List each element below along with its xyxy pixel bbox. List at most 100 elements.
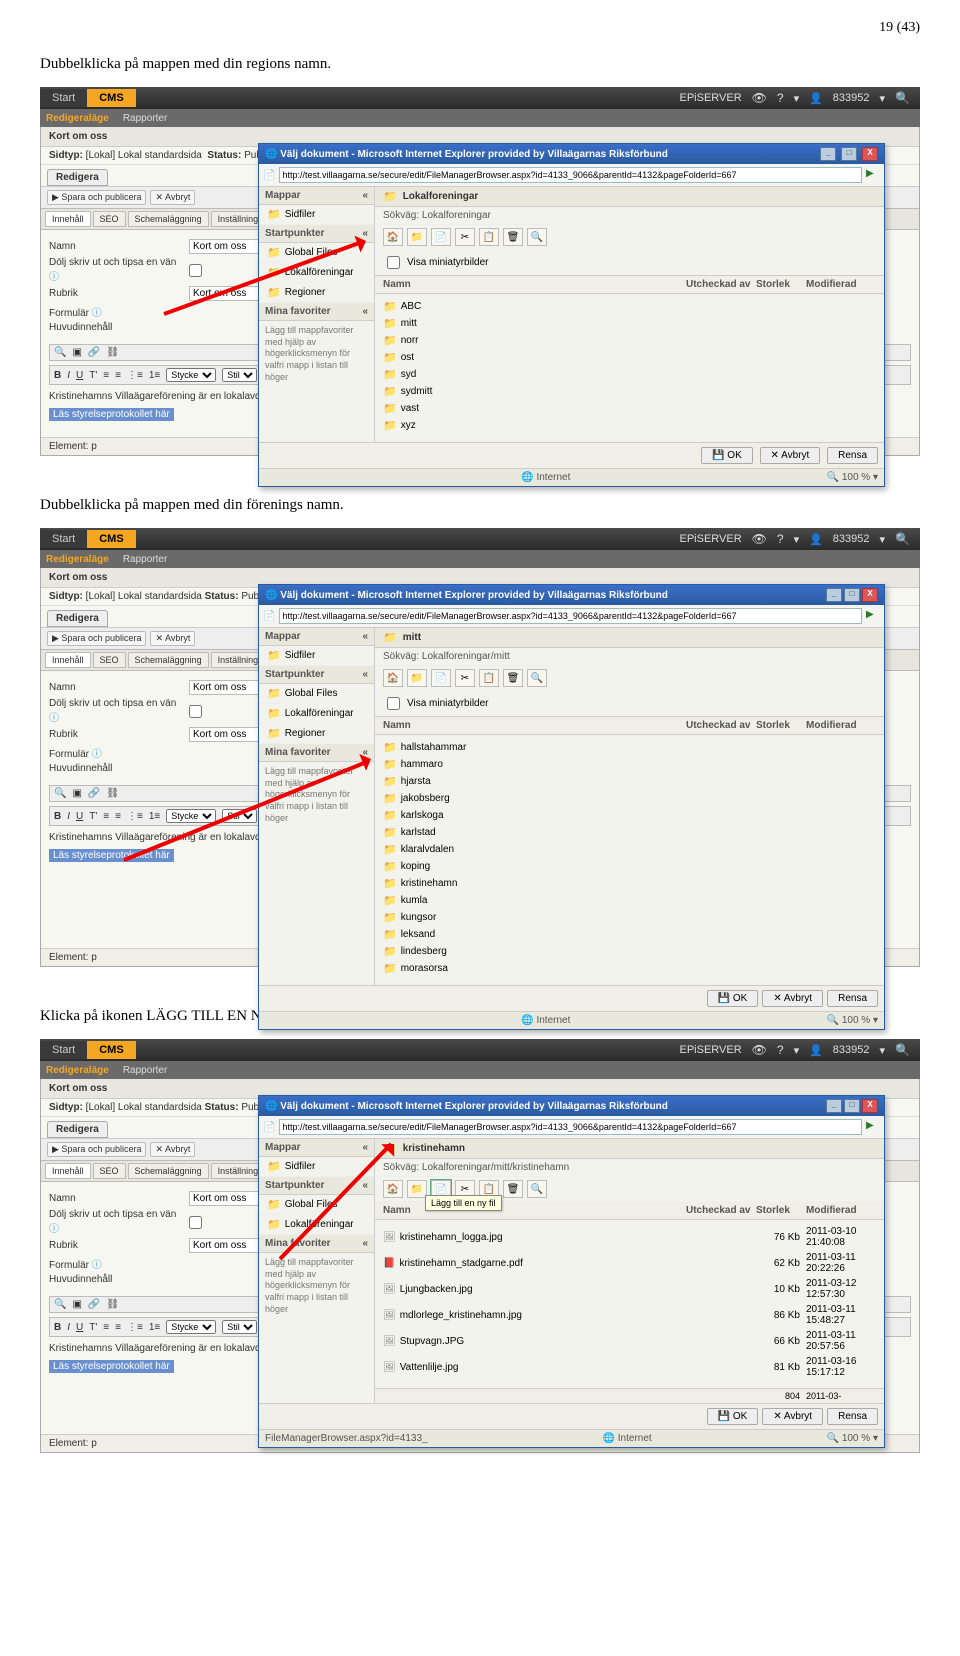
user-id[interactable]: 833952 xyxy=(833,92,870,104)
file-row[interactable]: 🖼Ljungbacken.jpg10 Kb2011-03-1212:57:30 xyxy=(383,1276,876,1302)
folder-row[interactable]: 📁kristinehamn xyxy=(383,875,876,892)
subtab-edit[interactable]: Redigeraläge xyxy=(46,113,109,124)
stycke-select[interactable]: Stycke xyxy=(166,1320,216,1334)
italic-icon[interactable]: I xyxy=(67,1322,70,1333)
tool-icon[interactable]: 📋 xyxy=(479,228,499,246)
tab-start[interactable]: Start xyxy=(40,530,87,548)
list-icon[interactable]: ≡ xyxy=(115,811,121,822)
maximize-icon[interactable]: □ xyxy=(844,588,860,602)
avbryt-button[interactable]: ✕ Avbryt xyxy=(762,990,823,1007)
tab-cms[interactable]: CMS xyxy=(87,89,135,107)
folder-row[interactable]: 📁ost xyxy=(383,349,876,366)
search-icon[interactable]: 🔍 xyxy=(895,91,910,105)
folder-row[interactable]: 📁syd xyxy=(383,366,876,383)
folder-row[interactable]: 📁karlstad xyxy=(383,824,876,841)
stycke-select[interactable]: Stycke xyxy=(166,809,216,823)
italic-icon[interactable]: I xyxy=(67,370,70,381)
rt-icon[interactable]: ▣ xyxy=(72,347,81,358)
regioner-item[interactable]: 📁Regioner xyxy=(259,283,374,303)
redigera-tab[interactable]: Redigera xyxy=(47,610,108,627)
tab-innehall[interactable]: Innehåll xyxy=(45,1163,91,1179)
ok-button[interactable]: 💾 OK xyxy=(707,1408,759,1425)
go-icon[interactable]: ▶ xyxy=(866,168,880,182)
file-row[interactable]: 📕kristinehamn_stadgarne.pdf62 Kb2011-03-… xyxy=(383,1250,876,1276)
redigera-tab[interactable]: Redigera xyxy=(47,169,108,186)
list-icon[interactable]: ≡ xyxy=(115,1322,121,1333)
lokalforeningar-item[interactable]: 📁Lokalföreningar xyxy=(259,704,374,724)
rt-icon[interactable]: ⛓ xyxy=(106,347,119,358)
url-input[interactable] xyxy=(279,608,862,624)
folder-row[interactable]: 📁hammaro xyxy=(383,756,876,773)
tab-schema[interactable]: Schemaläggning xyxy=(128,652,209,668)
tab-start[interactable]: Start xyxy=(40,89,87,107)
number-icon[interactable]: 1≡ xyxy=(149,1322,160,1333)
publish-button[interactable]: ▶ Spara och publicera xyxy=(47,631,146,646)
folder-row[interactable]: 📁sydmitt xyxy=(383,383,876,400)
thumbnails-checkbox[interactable] xyxy=(387,256,400,269)
close-icon[interactable]: X xyxy=(862,147,878,161)
rt-icon[interactable]: ⛓ xyxy=(106,788,119,799)
user-menu-chevron-icon[interactable]: ▾ xyxy=(880,92,886,105)
cancel-button[interactable]: ✕ Avbryt xyxy=(150,631,195,646)
italic-icon[interactable]: I xyxy=(67,811,70,822)
publish-button[interactable]: ▶ Spara och publicera xyxy=(47,1142,146,1157)
folder-row[interactable]: 📁vast xyxy=(383,400,876,417)
tool-icon[interactable]: 🗑 xyxy=(503,1180,523,1198)
rt-icon[interactable]: 🔍 xyxy=(54,347,66,358)
list-icon[interactable]: ≡ xyxy=(115,370,121,381)
stil-select[interactable]: Stil xyxy=(222,368,257,382)
sidfiler-item[interactable]: 📁Sidfiler xyxy=(259,205,374,225)
underline-icon[interactable]: U xyxy=(76,1322,83,1333)
globalfiles-item[interactable]: 📁Global Files xyxy=(259,684,374,704)
tool-icon[interactable]: 🔍 xyxy=(527,228,547,246)
folder-row[interactable]: 📁hjarsta xyxy=(383,773,876,790)
folder-row[interactable]: 📁lindesberg xyxy=(383,943,876,960)
rt-icon[interactable]: 🔗 xyxy=(88,1299,100,1310)
search-icon[interactable]: 🔍 xyxy=(895,1043,910,1057)
rt-icon[interactable]: ▣ xyxy=(72,788,81,799)
file-row[interactable]: 🖼Vattenlilje.jpg81 Kb2011-03-1615:17:12 xyxy=(383,1354,876,1380)
folder-row[interactable]: 📁hallstahammar xyxy=(383,739,876,756)
rt-icon[interactable]: 🔗 xyxy=(88,347,100,358)
folder-row[interactable]: 📁norr xyxy=(383,332,876,349)
list-icon[interactable]: ≡ xyxy=(103,1322,109,1333)
tab-seo[interactable]: SEO xyxy=(93,652,126,668)
close-icon[interactable]: X xyxy=(862,588,878,602)
help-icon[interactable]: ? xyxy=(777,1043,784,1057)
subtab-reports[interactable]: Rapporter xyxy=(123,113,167,124)
minimize-icon[interactable]: _ xyxy=(820,147,836,161)
folder-row[interactable]: 📁morasorsa xyxy=(383,960,876,977)
rt-icon[interactable]: 🔗 xyxy=(88,788,100,799)
info-icon[interactable]: ⓘ xyxy=(92,308,102,319)
number-icon[interactable]: 1≡ xyxy=(149,811,160,822)
number-icon[interactable]: 1≡ xyxy=(149,370,160,381)
cancel-button[interactable]: ✕ Avbryt xyxy=(150,190,195,205)
url-input[interactable] xyxy=(279,1119,862,1135)
tab-innehall[interactable]: Innehåll xyxy=(45,211,91,227)
bold-icon[interactable]: B xyxy=(54,811,61,822)
cancel-button[interactable]: ✕ Avbryt xyxy=(150,1142,195,1157)
minimize-icon[interactable]: _ xyxy=(826,1099,842,1113)
rensa-button[interactable]: Rensa xyxy=(827,447,878,464)
tool-icon[interactable]: 🗑 xyxy=(503,228,523,246)
underline-icon[interactable]: U xyxy=(76,370,83,381)
sidfiler-item[interactable]: 📁Sidfiler xyxy=(259,646,374,666)
publish-button[interactable]: ▶ Spara och publicera xyxy=(47,190,146,205)
tab-cms[interactable]: CMS xyxy=(87,530,135,548)
preview-icon[interactable]: 👁 xyxy=(752,91,767,105)
tool-icon[interactable]: ✂ xyxy=(455,228,475,246)
tool-icon[interactable]: 🗑 xyxy=(503,669,523,687)
list-icon[interactable]: ≡ xyxy=(103,370,109,381)
tool-icon[interactable]: 📋 xyxy=(479,669,499,687)
tool-icon[interactable]: 🔍 xyxy=(527,1180,547,1198)
bullet-icon[interactable]: ⋮≡ xyxy=(127,370,143,381)
minimize-icon[interactable]: _ xyxy=(826,588,842,602)
avbryt-button[interactable]: ✕ Avbryt xyxy=(762,1408,823,1425)
folder-row[interactable]: 📁koping xyxy=(383,858,876,875)
close-icon[interactable]: X xyxy=(862,1099,878,1113)
bold-icon[interactable]: B xyxy=(54,370,61,381)
rt-icon[interactable]: 🔍 xyxy=(54,788,66,799)
underline-icon[interactable]: U xyxy=(76,811,83,822)
list-icon[interactable]: ≡ xyxy=(103,811,109,822)
thumbnails-toggle[interactable]: Visa miniatyrbilder xyxy=(375,250,884,276)
